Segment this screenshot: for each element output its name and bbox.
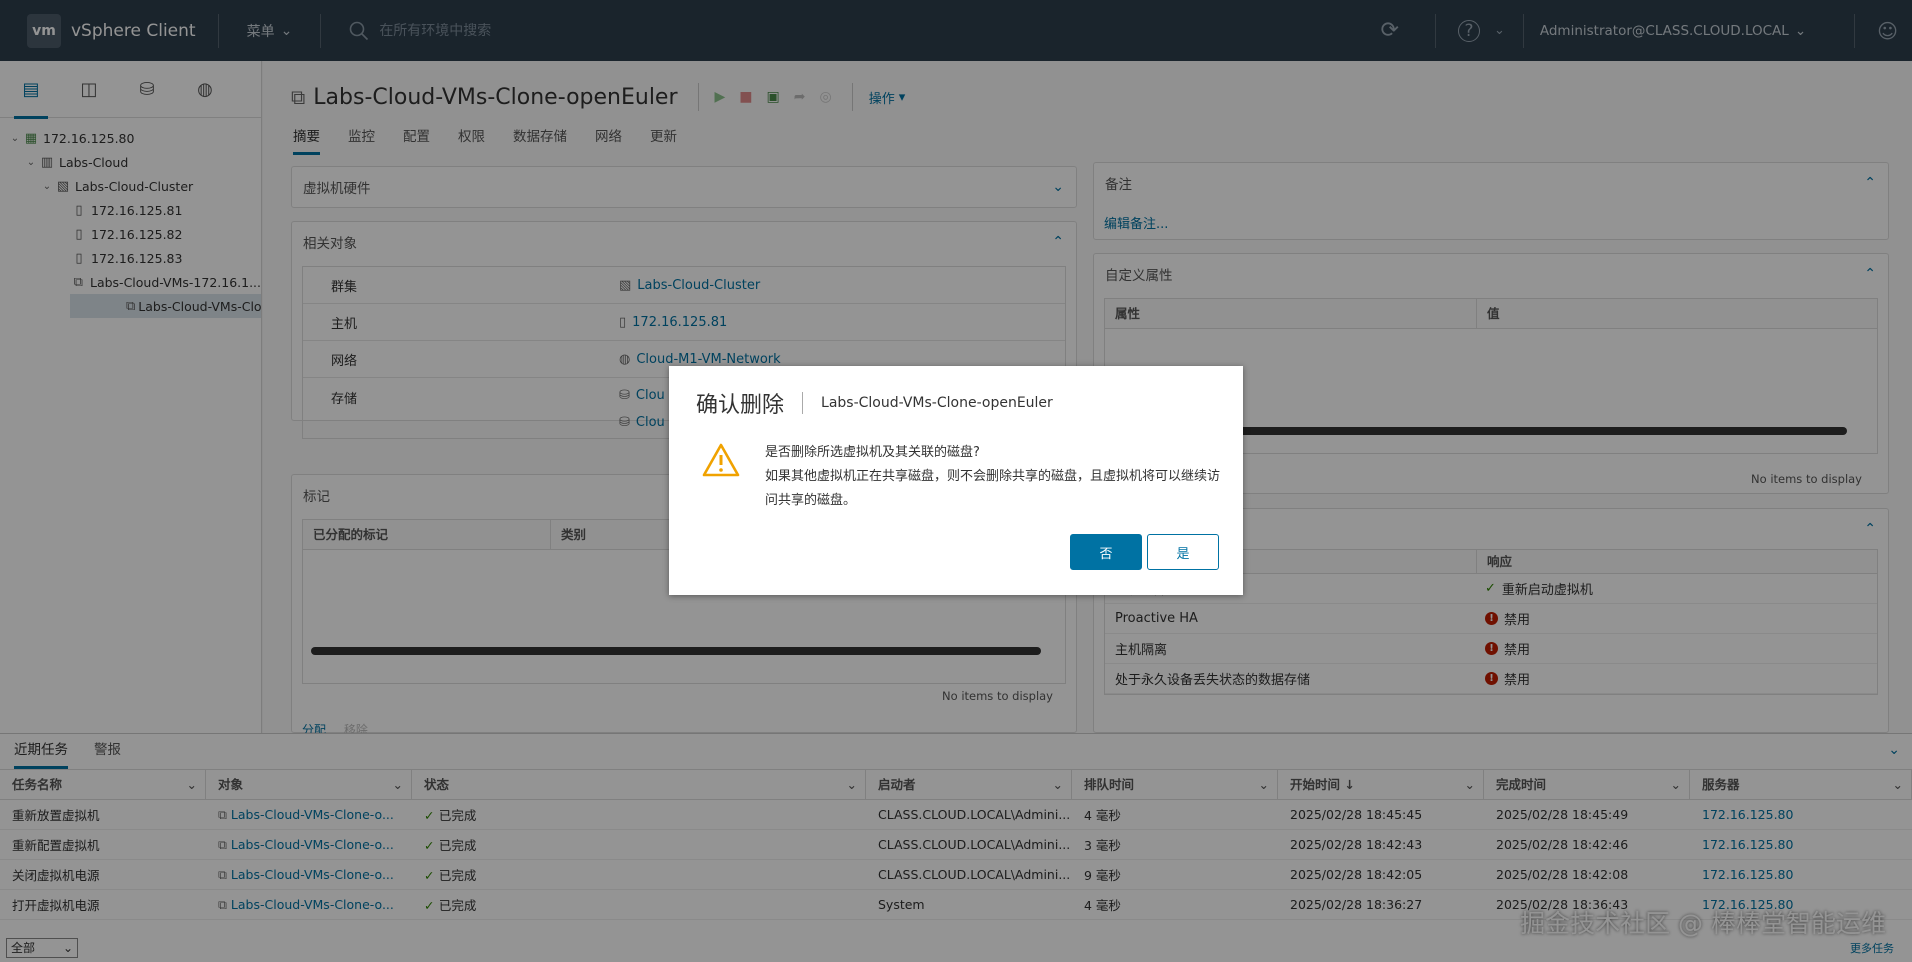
dialog-subtitle: Labs-Cloud-VMs-Clone-openEuler bbox=[802, 392, 1053, 414]
dialog-title: 确认删除 bbox=[696, 393, 785, 418]
dialog-message-line1: 是否删除所选虚拟机及其关联的磁盘? bbox=[765, 445, 980, 460]
dialog-message-line2: 如果其他虚拟机正在共享磁盘，则不会删除共享的磁盘，且虚拟机将可以继续访问共享的磁… bbox=[765, 469, 1221, 508]
confirm-delete-dialog: 确认删除 Labs-Cloud-VMs-Clone-openEuler 是否删除… bbox=[669, 366, 1243, 595]
yes-button[interactable]: 是 bbox=[1147, 534, 1219, 570]
no-button[interactable]: 否 bbox=[1070, 534, 1142, 570]
warning-icon bbox=[702, 443, 740, 477]
dialog-header: 确认删除 Labs-Cloud-VMs-Clone-openEuler bbox=[696, 387, 1053, 419]
dialog-message: 是否删除所选虚拟机及其关联的磁盘? 如果其他虚拟机正在共享磁盘，则不会删除共享的… bbox=[765, 441, 1225, 513]
